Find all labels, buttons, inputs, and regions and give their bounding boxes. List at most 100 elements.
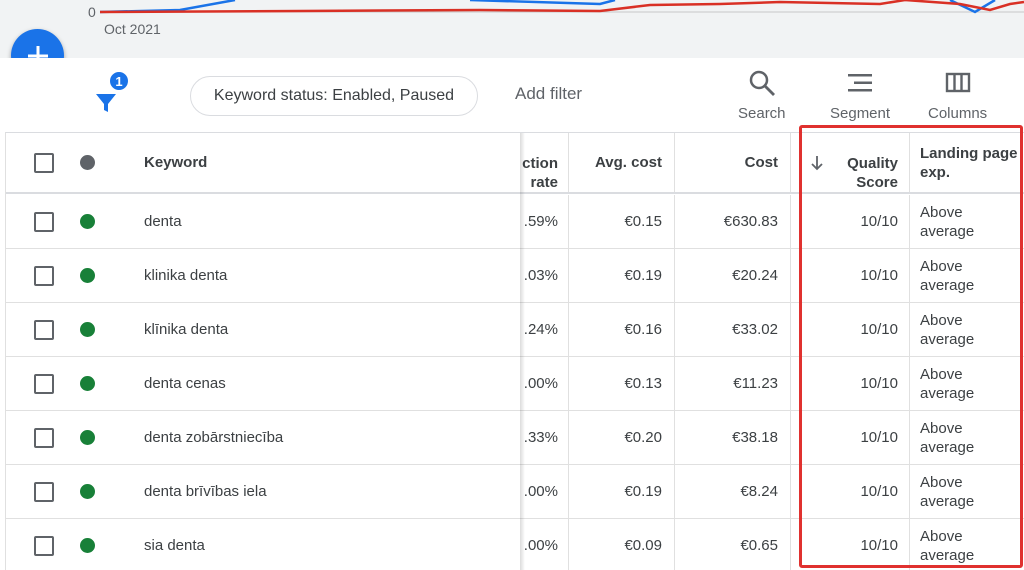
quality-score-header-line1: Quality — [847, 155, 898, 172]
quality-score-cell: 10/10 — [860, 537, 898, 554]
row-status-cell — [80, 519, 100, 570]
search-button[interactable]: Search — [738, 68, 786, 122]
row-select-cell — [34, 357, 58, 410]
cost-cell: €20.24 — [732, 267, 778, 284]
landing-page-exp-cell: Above average — [920, 411, 1024, 464]
enabled-status-dot-icon[interactable] — [80, 268, 95, 283]
keyword-cell[interactable]: denta — [144, 195, 514, 248]
enabled-status-dot-icon[interactable] — [80, 322, 95, 337]
keyword-status-filter-chip[interactable]: Keyword status: Enabled, Paused — [190, 76, 478, 116]
add-filter-button[interactable]: Add filter — [515, 84, 582, 104]
row-checkbox[interactable] — [34, 481, 54, 502]
select-all-cell — [34, 133, 58, 192]
x-axis-date-label: Oct 2021 — [104, 21, 161, 37]
enabled-status-dot-icon[interactable] — [80, 430, 95, 445]
landing-page-header-line1: Landing page — [920, 144, 1018, 162]
row-select-cell — [34, 411, 58, 464]
columns-button[interactable]: Columns — [928, 68, 987, 122]
keyword-cell[interactable]: klinika denta — [144, 249, 514, 302]
segment-label: Segment — [830, 105, 891, 122]
interaction-rate-column-header[interactable]: ction rate — [520, 133, 558, 192]
table-row[interactable]: klīnika denta .24% €0.16 €33.02 10/10 Above av… — [6, 303, 1024, 357]
cost-cell: €33.02 — [732, 321, 778, 338]
quality-score-cell: 10/10 — [860, 483, 898, 500]
interaction-rate-cell: .00% — [523, 537, 558, 554]
quality-score-cell: 10/10 — [860, 321, 898, 338]
keyword-cell[interactable]: klīnika denta — [144, 303, 514, 356]
sort-descending-cell — [809, 133, 829, 192]
landing-page-exp-line1: Above — [920, 419, 963, 437]
table-row[interactable]: denta zobārstniecība .33% €0.20 €38.18 10/10… — [6, 411, 1024, 465]
landing-page-exp-line2: average — [920, 276, 975, 294]
avg-cost-cell: €0.15 — [624, 213, 662, 230]
landing-page-exp-line2: average — [920, 222, 975, 240]
quality-score-column-header[interactable]: Quality Score — [832, 133, 898, 192]
segment-icon — [848, 74, 873, 92]
arrow-down-sort-icon[interactable] — [809, 154, 825, 172]
keyword-cell[interactable]: denta cenas — [144, 357, 514, 410]
row-status-cell — [80, 465, 100, 518]
series-clicks-line-2 — [469, 0, 616, 6]
interaction-rate-cell: .00% — [523, 483, 558, 500]
keywords-table: Keyword ction rate Avg. cost Cost Qualit… — [5, 132, 1024, 570]
row-checkbox[interactable] — [34, 535, 54, 556]
columns-icon — [945, 72, 970, 93]
cost-cell: €11.23 — [733, 375, 778, 392]
table-row[interactable]: denta .59% €0.15 €630.83 10/10 Above average — [6, 195, 1024, 249]
avg-cost-cell: €0.13 — [624, 375, 662, 392]
segment-button[interactable]: Segment — [830, 68, 890, 122]
avg-cost-column-header[interactable]: Avg. cost — [576, 133, 662, 192]
row-select-cell — [34, 195, 58, 248]
enabled-status-dot-icon[interactable] — [80, 538, 95, 553]
cost-column-header[interactable]: Cost — [682, 133, 778, 192]
landing-page-exp-cell: Above average — [920, 465, 1024, 518]
interaction-rate-header-line2: rate — [530, 174, 558, 191]
enabled-status-dot-icon[interactable] — [80, 376, 95, 391]
avg-cost-cell: €0.19 — [624, 483, 662, 500]
landing-page-exp-line1: Above — [920, 203, 963, 221]
keyword-cell[interactable]: sia denta — [144, 519, 514, 570]
row-select-cell — [34, 519, 58, 570]
search-icon — [749, 70, 775, 96]
interaction-rate-cell: .59% — [523, 213, 558, 230]
filter-toolbar: 1 Keyword status: Enabled, Paused Add fi… — [0, 58, 1024, 132]
cost-cell: €38.18 — [732, 429, 778, 446]
filter-count-badge: 1 — [108, 70, 130, 92]
table-row[interactable]: denta brīvības iela .00% €0.19 €8.24 10/10 Ab… — [6, 465, 1024, 519]
landing-page-exp-line2: average — [920, 384, 975, 402]
status-header-dot-icon — [80, 155, 95, 170]
search-label: Search — [738, 105, 786, 122]
keyword-cell[interactable]: denta brīvības iela — [144, 465, 514, 518]
enabled-status-dot-icon[interactable] — [80, 484, 95, 499]
table-row[interactable]: sia denta .00% €0.09 €0.65 10/10 Above average — [6, 519, 1024, 570]
select-all-checkbox[interactable] — [34, 152, 54, 173]
avg-cost-cell: €0.19 — [624, 267, 662, 284]
landing-page-exp-line2: average — [920, 546, 975, 564]
landing-page-exp-line1: Above — [920, 473, 963, 491]
interaction-rate-cell: .03% — [523, 267, 558, 284]
performance-chart: 0 Oct 2021 — [0, 0, 1024, 58]
quality-score-cell: 10/10 — [860, 429, 898, 446]
landing-page-exp-cell: Above average — [920, 303, 1024, 356]
status-header-cell — [80, 133, 100, 192]
row-checkbox[interactable] — [34, 319, 54, 340]
y-axis-zero-label: 0 — [88, 4, 96, 20]
interaction-rate-cell: .00% — [523, 375, 558, 392]
landing-page-exp-cell: Above average — [920, 195, 1024, 248]
keyword-column-header[interactable]: Keyword — [144, 133, 444, 192]
quality-score-header-line2: Score — [856, 174, 898, 191]
row-checkbox[interactable] — [34, 373, 54, 394]
interaction-rate-cell: .24% — [523, 321, 558, 338]
cost-cell: €8.24 — [740, 483, 778, 500]
landing-page-exp-column-header[interactable]: Landing page exp. — [920, 133, 1024, 192]
landing-page-exp-line1: Above — [920, 311, 963, 329]
row-checkbox[interactable] — [34, 427, 54, 448]
table-row[interactable]: denta cenas .00% €0.13 €11.23 10/10 Above aver… — [6, 357, 1024, 411]
row-checkbox[interactable] — [34, 211, 54, 232]
row-checkbox[interactable] — [34, 265, 54, 286]
keyword-cell[interactable]: denta zobārstniecība — [144, 411, 514, 464]
row-status-cell — [80, 357, 100, 410]
enabled-status-dot-icon[interactable] — [80, 214, 95, 229]
table-header-row: Keyword ction rate Avg. cost Cost Qualit… — [6, 133, 1024, 194]
table-row[interactable]: klinika denta .03% €0.19 €20.24 10/10 Above av… — [6, 249, 1024, 303]
